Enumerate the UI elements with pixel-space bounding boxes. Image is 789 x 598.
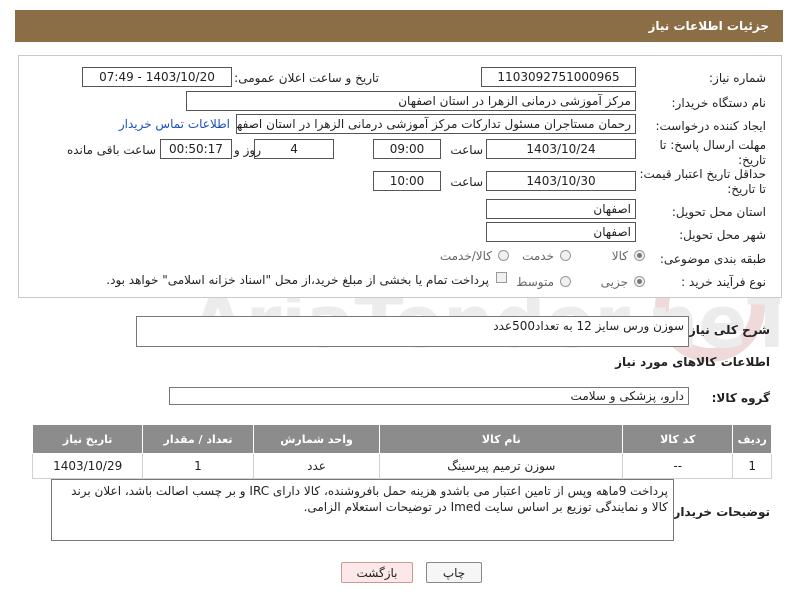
- category-label: طبقه بندی موضوعی:: [659, 252, 766, 266]
- days-label: روز و: [234, 143, 261, 157]
- need-description-label: شرح کلی نیاز:: [684, 323, 770, 337]
- col-header-unit: واحد شمارش: [252, 424, 381, 454]
- buyer-contact-link[interactable]: اطلاعات تماس خریدار: [119, 117, 230, 131]
- cell-quantity: 1: [142, 453, 254, 479]
- cell-item-name: سوزن ترمیم پیرسینگ: [379, 453, 624, 479]
- price-date-field: 1403/10/30: [486, 171, 636, 191]
- need-number-field: 1103092751000965: [481, 67, 636, 87]
- buyer-org-label: نام دستگاه خریدار:: [671, 96, 767, 110]
- col-header-item-name: نام کالا: [379, 424, 624, 454]
- col-header-row-number: ردیف: [732, 424, 772, 454]
- print-button[interactable]: چاپ: [426, 562, 482, 583]
- col-header-quantity: تعداد / مقدار: [142, 424, 254, 454]
- col-header-need-date: تاریخ نیاز: [31, 424, 144, 454]
- back-button[interactable]: بازگشت: [341, 562, 413, 583]
- treasury-payment-note: پرداخت تمام یا بخشی از مبلغ خرید،از محل …: [106, 273, 489, 287]
- page-title: جزئیات اطلاعات نیاز: [648, 19, 769, 33]
- category-radio-service[interactable]: [560, 250, 571, 261]
- price-time-label: ساعت: [450, 175, 483, 189]
- price-validity-label: حداقل تاریخ اعتبار قیمت: تا تاریخ:: [639, 167, 766, 196]
- cell-unit: عدد: [252, 453, 381, 479]
- cell-item-code: --: [622, 453, 734, 479]
- remaining-time-field: 00:50:17: [160, 139, 232, 159]
- price-time-field: 10:00: [373, 171, 441, 191]
- page-header: جزئیات اطلاعات نیاز: [15, 10, 783, 42]
- process-radio-minor[interactable]: [634, 276, 645, 287]
- reply-date-field: 1403/10/24: [486, 139, 636, 159]
- reply-time-field: 09:00: [373, 139, 441, 159]
- province-field: اصفهان: [486, 199, 636, 219]
- treasury-payment-checkbox[interactable]: [496, 272, 507, 283]
- days-field: 4: [254, 139, 334, 159]
- buyer-notes-label: توضیحات خریدار:: [668, 505, 770, 519]
- announce-date-label: تاریخ و ساعت اعلان عمومی:: [234, 71, 379, 85]
- city-field: اصفهان: [486, 222, 636, 242]
- reply-time-label: ساعت: [450, 143, 483, 157]
- category-option-service: خدمت: [522, 249, 554, 263]
- col-header-item-code: کد کالا: [622, 424, 734, 454]
- goods-table: ردیف کد کالا نام کالا واحد شمارش تعداد /…: [31, 424, 772, 479]
- creator-label: ایجاد کننده درخواست:: [655, 119, 766, 133]
- reply-deadline-label: مهلت ارسال پاسخ: تا تاریخ:: [659, 138, 766, 167]
- process-radio-medium[interactable]: [560, 276, 571, 287]
- category-radio-goods-service[interactable]: [498, 250, 509, 261]
- announce-date-field: 1403/10/20 - 07:49: [82, 67, 232, 87]
- table-row: 1 -- سوزن ترمیم پیرسینگ عدد 1 1403/10/29: [31, 453, 772, 479]
- category-option-goods-service: کالا/خدمت: [439, 249, 492, 263]
- need-description-field[interactable]: سوزن ورس سایز 12 به تعداد500عدد: [136, 316, 689, 347]
- process-option-medium: متوسط: [516, 275, 554, 289]
- remaining-time-label: ساعت باقی مانده: [66, 143, 156, 157]
- goods-group-label: گروه کالا:: [711, 391, 770, 405]
- need-number-label: شماره نیاز:: [709, 71, 766, 85]
- category-option-goods: کالا: [611, 249, 628, 263]
- category-radio-goods[interactable]: [634, 250, 645, 261]
- province-label: استان محل تحویل:: [671, 205, 766, 219]
- city-label: شهر محل تحویل:: [679, 228, 766, 242]
- cell-need-date: 1403/10/29: [31, 453, 144, 479]
- buyer-notes-field[interactable]: پرداخت 9ماهه وپس از تامین اعتبار می باشد…: [51, 479, 674, 541]
- cell-row-number: 1: [732, 453, 772, 479]
- goods-group-field: دارو، پزشکی و سلامت: [169, 387, 689, 405]
- process-type-label: نوع فرآیند خرید :: [681, 275, 766, 289]
- buyer-org-field: مرکز آموزشی درمانی الزهرا در استان اصفها…: [186, 91, 636, 111]
- creator-field: رحمان مستاجران مسئول تدارکات مرکز آموزشی…: [236, 114, 636, 134]
- goods-section-title: اطلاعات کالاهای مورد نیاز: [615, 355, 770, 369]
- process-option-minor: جزیی: [600, 275, 628, 289]
- goods-table-header-row: ردیف کد کالا نام کالا واحد شمارش تعداد /…: [31, 424, 772, 454]
